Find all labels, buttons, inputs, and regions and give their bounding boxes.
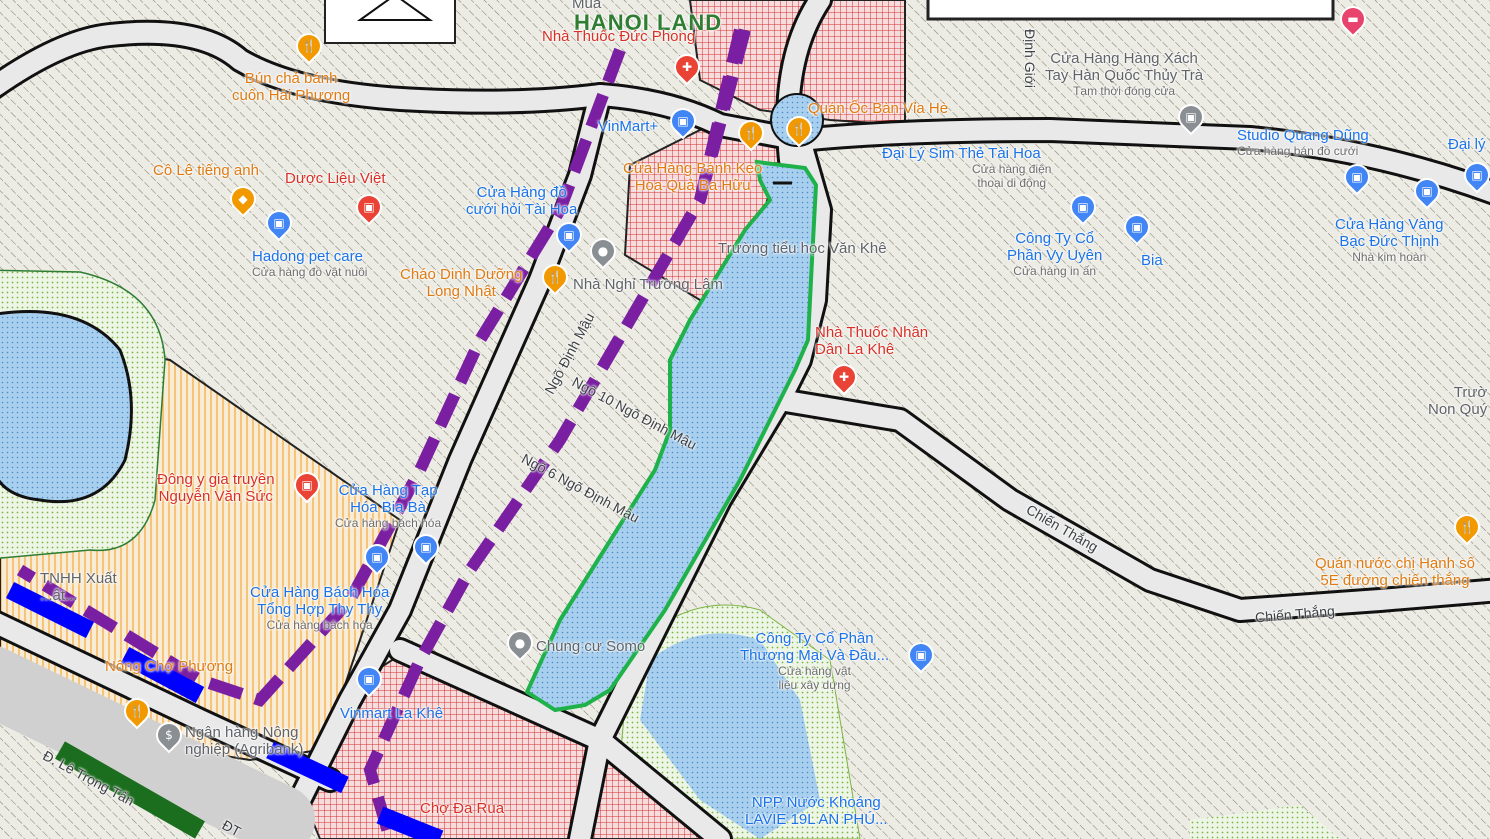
place-truong-non[interactable]: Trườ Non Quý <box>1428 384 1487 418</box>
pharmacy-icon[interactable]: ✚ <box>828 361 860 393</box>
top-building <box>324 0 456 44</box>
place-duoc-lieu[interactable]: Dược Liệu Việt <box>285 170 385 187</box>
place-nha-thuoc-duc-phong[interactable]: Nhà Thuốc Đức Phong <box>542 28 695 45</box>
place-thy-thy[interactable]: Cửa Hàng Bách Hóa Tổng Hợp Thy Thy Cửa hàn… <box>250 584 389 632</box>
restaurant-icon[interactable]: 🍴 <box>293 30 325 62</box>
shopping-icon[interactable]: ▣ <box>1411 175 1443 207</box>
place-dong-y[interactable]: Đông y gia truyền Nguyễn Văn Sức <box>157 471 275 505</box>
school-icon[interactable]: ◆ <box>227 183 259 215</box>
hotel-icon[interactable]: ▬ <box>1337 3 1369 35</box>
place-icon[interactable]: ● <box>587 235 619 267</box>
bank-icon[interactable]: $ <box>153 719 185 751</box>
place-nha-thuoc-nhan-dan[interactable]: Nhà Thuốc Nhân Dân La Khê <box>815 324 928 358</box>
restaurant-icon[interactable]: 🍴 <box>121 695 153 727</box>
shopping-icon[interactable]: ▣ <box>905 639 937 671</box>
place-chao[interactable]: Cháo Dinh Dưỡng Long Nhật <box>400 266 522 300</box>
place-icon[interactable]: ● <box>504 627 536 659</box>
place-ba-huu[interactable]: Cửa Hàng Bánh Kẹo Hoa Quả Ba Hữu <box>623 160 762 194</box>
shopping-icon[interactable]: ▣ <box>1067 191 1099 223</box>
place-mua: Mua <box>572 0 602 12</box>
shopping-icon[interactable]: ▣ <box>361 541 393 573</box>
place-vinmart[interactable]: VinMart+ <box>598 118 658 135</box>
shopping-icon[interactable]: ▣ <box>667 105 699 137</box>
place-thuy-tra[interactable]: Cửa Hàng Hàng Xách Tay Hàn Quốc Thủy Trà T… <box>1045 50 1203 98</box>
shopping-icon[interactable]: ▣ <box>1175 101 1207 133</box>
shopping-icon[interactable]: ▣ <box>291 469 323 501</box>
place-tap-hoa-bia[interactable]: Cửa Hàng Tạp Hóa Bia Bà Cửa hàng bách hóa <box>335 482 441 530</box>
place-nha-nghi[interactable]: Nhà Nghỉ Trường Lâm <box>573 276 723 293</box>
top-right-box <box>926 0 1335 21</box>
restaurant-icon[interactable]: 🍴 <box>539 261 571 293</box>
place-thuong-mai[interactable]: Công Ty Cổ Phần Thương Mại Và Đầu... Cửa h… <box>740 630 889 692</box>
shopping-icon[interactable]: ▣ <box>1461 159 1490 191</box>
map-canvas[interactable]: HANOI LAND Chiến Thắng Chiến Thắng Ngõ Đ… <box>0 0 1490 839</box>
restaurant-icon[interactable]: 🍴 <box>1451 511 1483 543</box>
place-dai-ly-sim[interactable]: Đại Lý Sim Thẻ Tài Hoa <box>882 145 1041 162</box>
place-bun-cha[interactable]: Bún chả bánh cuốn Hải Phương <box>232 70 350 104</box>
place-dai-ly[interactable]: Đại lý <box>1448 136 1486 153</box>
place-vy-uyen[interactable]: Công Ty Cổ Phần Vy Uyên Cửa hàng in ấn <box>1007 230 1102 278</box>
place-chung-cu-somo[interactable]: Chung cư Somo <box>536 638 645 655</box>
place-tai-hoa[interactable]: Cửa Hàng đồ cưới hỏi Tài Hoa <box>466 184 577 218</box>
shopping-icon[interactable]: ▣ <box>1341 161 1373 193</box>
place-quan-oc[interactable]: Quán Ốc Bàn Vỉa Hè <box>808 100 948 117</box>
shopping-icon[interactable]: ▣ <box>1121 211 1153 243</box>
restaurant-icon[interactable]: 🍴 <box>783 113 815 145</box>
place-vang-bac[interactable]: Cửa Hàng Vàng Bạc Đức Thịnh Nhà kim hoàn <box>1335 216 1443 264</box>
place-agribank[interactable]: Ngân hàng Nông nghiệp (Agribank) <box>185 724 303 758</box>
shopping-icon[interactable]: ▣ <box>353 663 385 695</box>
shopping-icon[interactable]: ▣ <box>353 191 385 223</box>
place-quan-nuoc[interactable]: Quán nước chị Hạnh số 5E đường chiến thắn… <box>1315 555 1475 589</box>
pharmacy-icon[interactable]: ✚ <box>671 51 703 83</box>
place-vinmart-la-khe[interactable]: Vinmart La Khê <box>340 705 443 722</box>
shopping-icon[interactable]: ▣ <box>410 531 442 563</box>
road-dinh-gioi: Định Giới <box>1021 29 1038 88</box>
place-truong-tieu-hoc[interactable]: Trường tiểu học Văn Khê <box>718 240 887 257</box>
lake-left <box>0 310 133 504</box>
place-tnhh[interactable]: TNHH Xuất ...ất... <box>40 570 117 604</box>
place-co-le[interactable]: Cô Lê tiếng anh <box>153 162 259 179</box>
place-studio-quang-dung[interactable]: Studio Quang Dũng Cửa hàng bán đồ cưới <box>1237 127 1369 158</box>
restaurant-icon[interactable]: 🍴 <box>735 117 767 149</box>
place-nong-cho[interactable]: Nông Chợ Phương <box>105 658 233 675</box>
shopping-icon[interactable]: ▣ <box>553 219 585 251</box>
place-lavie[interactable]: NPP Nước Khoáng LAVIE 19L AN PHÚ... <box>745 794 888 828</box>
shopping-icon[interactable]: ▣ <box>263 207 295 239</box>
place-cua-hang-dien: Cửa hàng điện thoại di động <box>972 162 1052 190</box>
place-cho-da-rua[interactable]: Chợ Đa Rua <box>420 800 504 817</box>
place-bia[interactable]: Bia <box>1141 252 1163 269</box>
place-hadong-pet[interactable]: Hadong pet care Cửa hàng đồ vật nuôi <box>252 248 367 279</box>
